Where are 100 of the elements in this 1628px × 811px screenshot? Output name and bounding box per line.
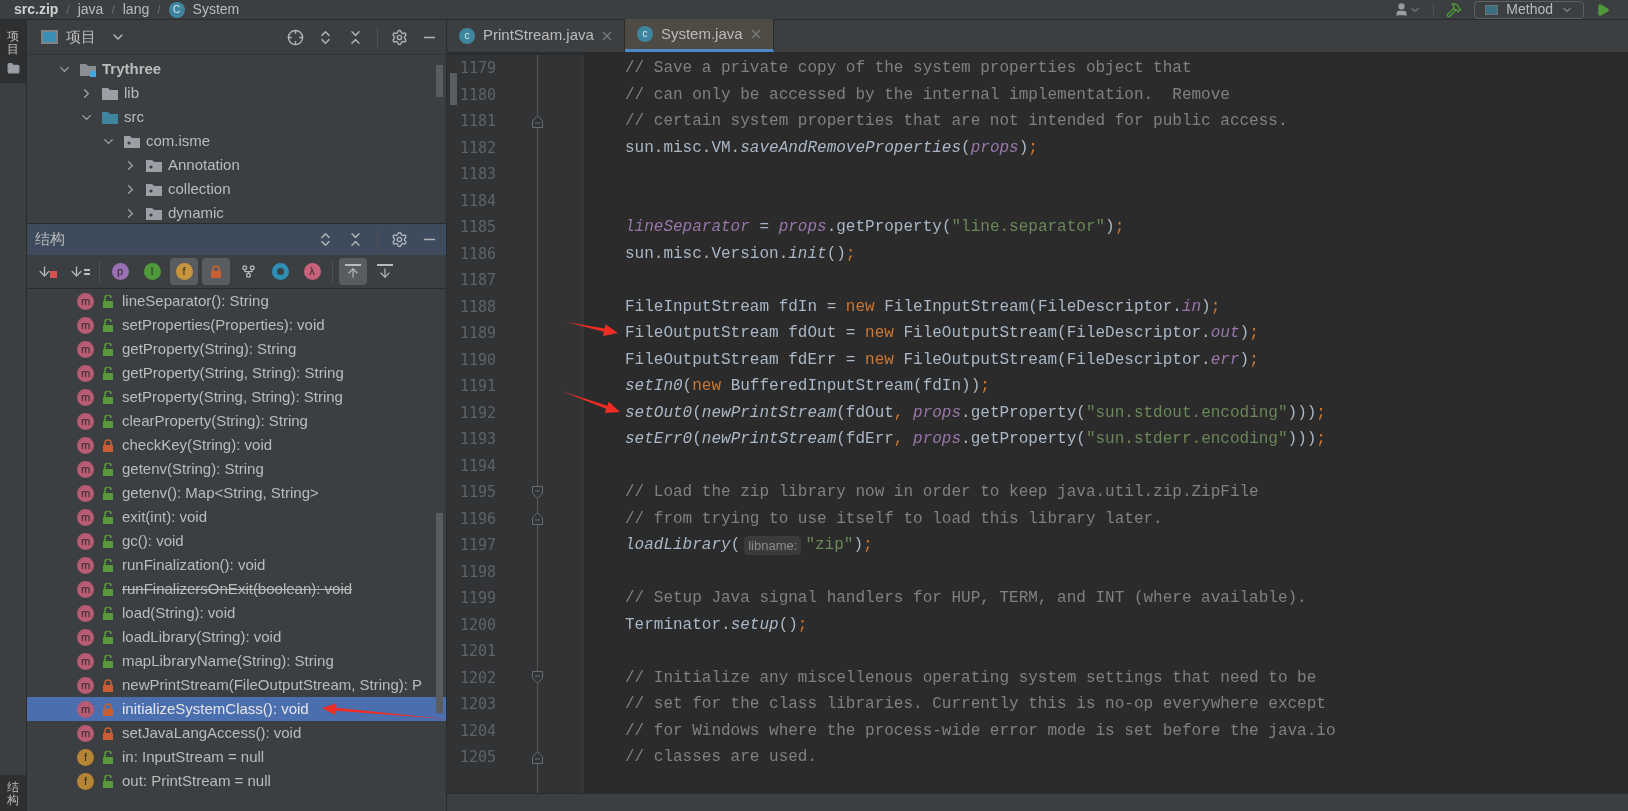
code-line: // from trying to use itself to load this library later. [625, 508, 1163, 530]
folder-icon [101, 85, 119, 101]
method-badge: m [77, 460, 94, 478]
code-line: // certain system properties that are not intended for public access. [625, 111, 1288, 133]
tree-item[interactable]: dynamic [168, 201, 224, 223]
class-icon: c [459, 27, 475, 44]
code-line: lineSeparator = props.getProperty("line.separator"); [625, 217, 1125, 239]
structure-item[interactable]: m getenv(String): String [27, 457, 446, 481]
fold-start-icon[interactable] [532, 485, 543, 499]
structure-item[interactable]: m gc(): void [27, 529, 446, 553]
structure-item[interactable]: m setProperties(Properties): void [27, 313, 446, 337]
member-signature: runFinalization(): void [122, 554, 266, 575]
editor-tab[interactable]: c System.java [624, 19, 774, 52]
project-view-icon [41, 30, 58, 44]
tree-item[interactable]: src [124, 105, 144, 129]
side-tab[interactable]: 结构 [0, 774, 26, 811]
member-signature: getProperty(String): String [122, 338, 297, 359]
member-signature: newPrintStream(FileOutputStream, String): P [122, 674, 423, 695]
fold-end-icon[interactable] [532, 512, 543, 526]
structure-item[interactable]: m load(String): void [27, 601, 446, 625]
method-badge: m [77, 484, 94, 502]
structure-item[interactable]: m setJavaLangAccess(): void [27, 721, 446, 745]
structure-item[interactable]: m getenv(): Map<String, String> [27, 481, 446, 505]
tree-item[interactable]: Trythree [102, 57, 162, 81]
structure-item[interactable]: m setProperty(String, String): String [27, 385, 446, 409]
structure-item[interactable]: m newPrintStream(FileOutputStream, String): P [27, 673, 446, 697]
method-badge: m [77, 556, 94, 574]
structure-item[interactable]: m lineSeparator(): String [27, 289, 446, 313]
package-icon [145, 205, 163, 221]
member-signature: in: InputStream = null [122, 746, 265, 767]
field-badge: f [77, 772, 94, 790]
structure-item[interactable]: m exit(int): void [27, 505, 446, 529]
member-signature: initializeSystemClass(): void [122, 698, 309, 719]
locate-icon[interactable] [287, 28, 304, 46]
scrollbar[interactable] [436, 65, 443, 97]
structure-item[interactable]: m checkKey(String): void [27, 433, 446, 457]
folder-icon [101, 109, 119, 125]
structure-item[interactable]: m getProperty(String): String [27, 337, 446, 361]
method-badge: m [77, 700, 94, 718]
tree-item[interactable]: Annotation [168, 153, 240, 177]
structure-item[interactable]: m runFinalizersOnExit(boolean): void [27, 577, 446, 601]
method-badge: m [77, 676, 94, 694]
module-icon [79, 61, 97, 77]
editor-tab[interactable]: c PrintStream.java [447, 19, 625, 52]
method-badge: m [77, 508, 94, 526]
breadcrumb-item[interactable]: lang [122, 0, 150, 20]
breadcrumb-separator: / [66, 1, 70, 19]
method-badge: m [77, 292, 94, 310]
fold-end-icon[interactable] [532, 750, 543, 764]
structure-item[interactable]: m clearProperty(String): String [27, 409, 446, 433]
method-badge: m [77, 364, 94, 382]
code-line: setErr0(newPrintStream(fdErr, props.getProperty("sun.stderr.encoding"))); [625, 429, 1326, 451]
scroll-from-source-icon[interactable] [339, 258, 367, 285]
method-badge: m [77, 412, 94, 430]
structure-item[interactable]: f out: PrintStream = null [27, 769, 446, 793]
method-badge: m [77, 388, 94, 406]
folder-icon [6, 62, 20, 76]
tree-item[interactable]: com.isme [146, 129, 211, 153]
member-signature: setJavaLangAccess(): void [122, 722, 302, 743]
member-signature: setProperty(String, String): String [122, 386, 343, 407]
breadcrumb-separator: / [111, 1, 115, 19]
annotation-arrow [561, 391, 620, 413]
code-line: FileOutputStream fdErr = new FileOutputStream(FileDescriptor.err); [625, 349, 1259, 371]
settings-icon[interactable] [391, 231, 408, 248]
breadcrumb-separator: / [157, 1, 161, 19]
close-icon[interactable] [750, 29, 761, 39]
structure-item[interactable]: m mapLibraryName(String): String [27, 649, 446, 673]
code-line: // Load the zip library now in order to keep java.util.zip.ZipFile [625, 482, 1259, 504]
structure-item[interactable]: f in: InputStream = null [27, 745, 446, 769]
run-icon[interactable] [1596, 2, 1610, 17]
member-signature: runFinalizersOnExit(boolean): void [122, 578, 353, 599]
build-icon[interactable] [1446, 1, 1463, 18]
structure-item[interactable]: m initializeSystemClass(): void [27, 697, 446, 721]
scrollbar[interactable] [436, 513, 443, 713]
fold-start-icon[interactable] [532, 671, 543, 685]
method-badge: m [77, 532, 94, 550]
code-line: // Initialize any miscellenous operating system settings that need to be [625, 667, 1317, 689]
member-signature: exit(int): void [122, 506, 208, 527]
user-icon[interactable] [1394, 2, 1422, 17]
fold-end-icon[interactable] [532, 114, 543, 128]
filter-icon[interactable]: f [170, 258, 198, 285]
breadcrumb-item[interactable]: System [192, 0, 240, 20]
field-badge: f [77, 748, 94, 766]
member-signature: checkKey(String): void [122, 434, 273, 455]
method-badge: m [77, 628, 94, 646]
close-icon[interactable] [601, 30, 612, 41]
structure-item[interactable]: m getProperty(String, String): String [27, 361, 446, 385]
breadcrumb-item[interactable]: java [77, 0, 104, 20]
member-signature: load(String): void [122, 602, 236, 623]
tree-item[interactable]: lib [124, 81, 139, 105]
code-line: // can only be accessed by the internal implementation. Remove [625, 84, 1230, 106]
structure-item[interactable]: m loadLibrary(String): void [27, 625, 446, 649]
side-tab[interactable]: 项目 [0, 20, 26, 84]
breadcrumb-item[interactable]: src.zip [14, 0, 59, 20]
tree-item[interactable]: collection [168, 177, 231, 201]
scrollbar[interactable] [450, 73, 457, 105]
run-config-dropdown[interactable]: Method [1474, 0, 1584, 19]
panel-title: 结构 [35, 229, 65, 250]
structure-item[interactable]: m runFinalization(): void [27, 553, 446, 577]
settings-icon[interactable] [391, 28, 408, 46]
